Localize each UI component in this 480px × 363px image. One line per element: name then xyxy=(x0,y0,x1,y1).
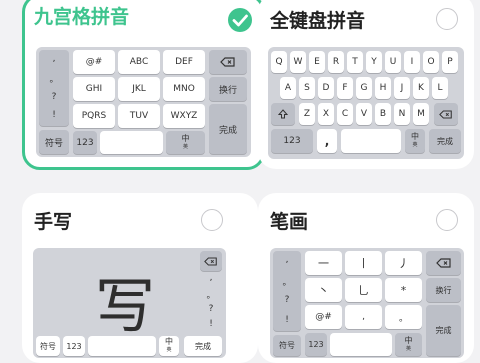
key-fuhao: 符号 xyxy=(273,335,301,356)
key: L xyxy=(432,77,448,99)
key: X xyxy=(318,103,334,125)
stroke-key: 丿 xyxy=(385,251,422,275)
key-done: 完成 xyxy=(429,129,461,153)
key: @# xyxy=(73,50,115,74)
keyboard-option-shouxie[interactable]: 手写 写 , 。 ? ! 符号 123 中英 完成 xyxy=(22,193,258,363)
key: ABC xyxy=(118,50,160,74)
option-title: 九宫格拼音 xyxy=(34,6,130,28)
key-123: 123 xyxy=(271,129,313,153)
key: N xyxy=(394,103,410,125)
key: M xyxy=(413,103,429,125)
radio-icon xyxy=(436,209,458,231)
key-done: 完成 xyxy=(209,104,247,154)
stroke-key: * xyxy=(385,278,422,302)
key-huanhang: 换行 xyxy=(209,77,247,101)
key-123: 123 xyxy=(73,131,97,154)
space-key xyxy=(88,336,156,356)
radio-icon xyxy=(201,209,223,231)
option-title: 笔画 xyxy=(270,211,309,233)
key: H xyxy=(375,77,391,99)
key-123: 123 xyxy=(63,336,85,356)
keyboard-option-bihua[interactable]: 笔画 , 。 ? ! 符号 一 丨 丿 丶 乚 * @# , 。 123 中英 … xyxy=(258,193,474,363)
stroke-key: 丨 xyxy=(345,251,382,275)
key: T xyxy=(347,51,363,73)
keyboard-preview: , 。 ? ! 符号 一 丨 丿 丶 乚 * @# , 。 123 中英 换行 … xyxy=(270,248,464,358)
keyboard-preview: , 。 ? ! 符号 @# ABC DEF GHI JKL MNO PQRS T… xyxy=(36,47,251,157)
key: GHI xyxy=(73,77,115,101)
keyboard-option-jiugong[interactable]: 九宫格拼音 , 。 ? ! 符号 @# ABC DEF GHI JKL MNO … xyxy=(22,0,265,170)
key: C xyxy=(337,103,353,125)
option-title: 全键盘拼音 xyxy=(270,10,366,32)
keyboard-option-quanjian[interactable]: 全键盘拼音 Q W E R T Y U I O P A S D F G H J … xyxy=(258,0,474,169)
lang-switch-key: 中英 xyxy=(405,129,425,153)
punctuation-column: , 。 ? ! xyxy=(273,251,301,331)
key: DEF xyxy=(163,50,205,74)
backspace-icon xyxy=(200,251,222,271)
key: W xyxy=(290,51,306,73)
comma-key: , xyxy=(317,129,337,153)
space-key xyxy=(341,129,401,153)
backspace-icon xyxy=(426,251,461,275)
key: TUV xyxy=(118,104,160,128)
key: P xyxy=(442,51,458,73)
key: WXYZ xyxy=(163,104,205,128)
key: Y xyxy=(366,51,382,73)
key: Z xyxy=(299,103,315,125)
key: , xyxy=(345,305,382,329)
stroke-key: 一 xyxy=(305,251,342,275)
checkmark-icon xyxy=(228,8,252,32)
punctuation-column: , 。 ? ! xyxy=(39,50,69,126)
punct-key: ? xyxy=(208,304,214,314)
key: 。 xyxy=(385,305,422,329)
key: @# xyxy=(305,305,342,329)
key: MNO xyxy=(163,77,205,101)
stroke-key: 乚 xyxy=(345,278,382,302)
key: K xyxy=(413,77,429,99)
space-key xyxy=(100,131,163,154)
option-title: 手写 xyxy=(34,211,73,233)
key-fuhao: 符号 xyxy=(36,336,60,356)
key: PQRS xyxy=(73,104,115,128)
key: E xyxy=(309,51,325,73)
key: S xyxy=(299,77,315,99)
key: G xyxy=(356,77,372,99)
key-huanhang: 换行 xyxy=(426,278,461,302)
handwriting-pad: 写 , 。 ? ! 符号 123 中英 完成 xyxy=(33,248,226,358)
backspace-icon xyxy=(209,50,247,74)
shift-icon xyxy=(271,103,295,125)
punct-key: , xyxy=(209,273,213,283)
lang-switch-key: 中英 xyxy=(159,336,179,356)
key: I xyxy=(404,51,420,73)
key: R xyxy=(328,51,344,73)
key-done: 完成 xyxy=(184,336,222,356)
radio-icon xyxy=(436,8,458,30)
key: D xyxy=(318,77,334,99)
key: J xyxy=(394,77,410,99)
key: JKL xyxy=(118,77,160,101)
key: U xyxy=(385,51,401,73)
key: F xyxy=(337,77,353,99)
key: B xyxy=(375,103,391,125)
punct-key: ! xyxy=(209,319,213,329)
key: Q xyxy=(271,51,287,73)
lang-switch-key: 中英 xyxy=(166,131,205,154)
keyboard-preview: Q W E R T Y U I O P A S D F G H J K L Z … xyxy=(268,47,464,159)
key: O xyxy=(423,51,439,73)
handwritten-glyph: 写 xyxy=(95,272,155,342)
stroke-key: 丶 xyxy=(305,278,342,302)
key: A xyxy=(280,77,296,99)
key-fuhao: 符号 xyxy=(39,130,69,154)
key: V xyxy=(356,103,372,125)
backspace-icon xyxy=(434,103,458,125)
punct-key: 。 xyxy=(206,291,216,301)
key-done: 完成 xyxy=(426,305,461,356)
